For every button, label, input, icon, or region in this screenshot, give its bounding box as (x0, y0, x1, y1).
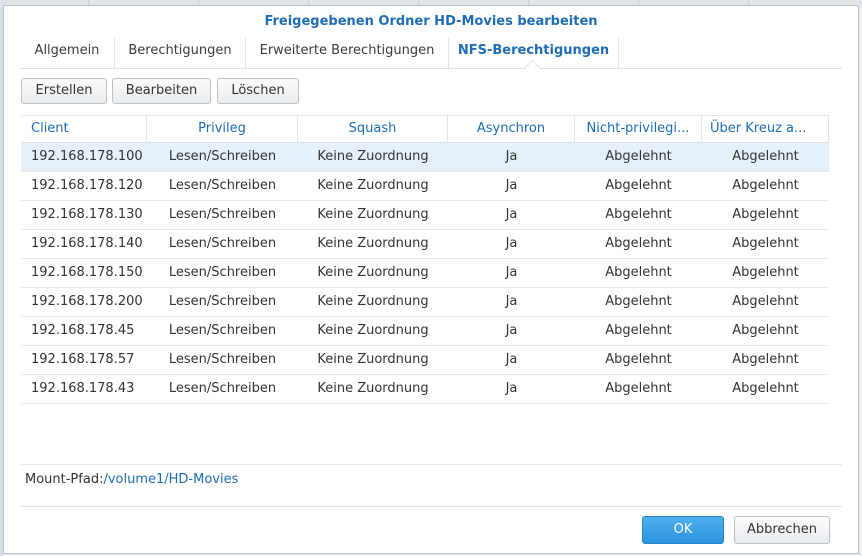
cell-squash: Keine Zuordnung (317, 236, 429, 251)
cell-async: Ja (505, 236, 518, 251)
cell-client: 192.168.178.140 (31, 236, 143, 251)
cell-client: 192.168.178.130 (31, 207, 143, 222)
cell-async: Ja (505, 352, 518, 367)
mount-path-label: Mount-Pfad: (25, 472, 104, 487)
cell-client: 192.168.178.45 (31, 323, 135, 338)
cancel-button[interactable]: Abbrechen (734, 516, 830, 544)
cell-nonprivileged: Abgelehnt (605, 323, 672, 338)
cell-async: Ja (505, 323, 518, 338)
cell-async: Ja (505, 294, 518, 309)
cell-client: 192.168.178.43 (31, 381, 135, 396)
edit-shared-folder-dialog: Freigegebenen Ordner HD-Movies bearbeite… (3, 5, 859, 554)
cell-privilege: Lesen/Schreiben (168, 178, 277, 193)
column-header-async[interactable]: Asynchron (448, 116, 575, 142)
table-row[interactable]: 192.168.178.120 Lesen/Schreiben Keine Zuor… (21, 172, 829, 201)
mount-path-link[interactable]: /volume1/HD-Movies (103, 472, 238, 487)
table-row[interactable]: 192.168.178.140 Lesen/Schreiben Keine Zuor… (21, 230, 829, 259)
cell-squash: Keine Zuordnung (317, 207, 429, 222)
edit-button[interactable]: Bearbeiten (112, 78, 211, 104)
tab-bar: Allgemein Berechtigungen Erweiterte Bere… (20, 38, 842, 69)
cell-nonprivileged: Abgelehnt (605, 381, 672, 396)
tab-advanced-permissions[interactable]: Erweiterte Berechtigungen (246, 38, 449, 68)
cell-cross-mount: Abgelehnt (732, 294, 799, 309)
cell-cross-mount: Abgelehnt (732, 381, 799, 396)
cell-nonprivileged: Abgelehnt (605, 207, 672, 222)
table-row[interactable]: 192.168.178.100 Lesen/Schreiben Keine Zuor… (21, 143, 829, 172)
cell-cross-mount: Abgelehnt (732, 323, 799, 338)
table-row[interactable]: 192.168.178.200 Lesen/Schreiben Keine Zuor… (21, 288, 829, 317)
column-header-squash[interactable]: Squash (298, 116, 448, 142)
table-row[interactable]: 192.168.178.43 Lesen/Schreiben Keine Zuord… (21, 375, 829, 404)
table-row[interactable]: 192.168.178.130 Lesen/Schreiben Keine Zuor… (21, 201, 829, 230)
cell-cross-mount: Abgelehnt (732, 236, 799, 251)
divider (21, 464, 842, 465)
cell-privilege: Lesen/Schreiben (168, 207, 277, 222)
column-header-cross-mount[interactable]: Über Kreuz a... (702, 116, 829, 142)
cell-nonprivileged: Abgelehnt (605, 294, 672, 309)
cell-async: Ja (505, 178, 518, 193)
cell-privilege: Lesen/Schreiben (168, 236, 277, 251)
cell-cross-mount: Abgelehnt (732, 352, 799, 367)
cell-cross-mount: Abgelehnt (732, 207, 799, 222)
cell-client: 192.168.178.200 (31, 294, 143, 309)
cell-client: 192.168.178.100 (31, 149, 143, 164)
cell-squash: Keine Zuordnung (317, 149, 429, 164)
cell-async: Ja (505, 265, 518, 280)
column-header-privilege[interactable]: Privileg (147, 116, 298, 142)
dialog-title: Freigegebenen Ordner HD-Movies bearbeite… (264, 14, 598, 29)
cell-squash: Keine Zuordnung (317, 178, 429, 193)
cell-cross-mount: Abgelehnt (732, 265, 799, 280)
tab-general[interactable]: Allgemein (20, 38, 115, 68)
cell-client: 192.168.178.57 (31, 352, 135, 367)
cell-privilege: Lesen/Schreiben (168, 149, 277, 164)
cell-async: Ja (505, 149, 518, 164)
cell-client: 192.168.178.120 (31, 178, 143, 193)
column-header-nonprivileged[interactable]: Nicht-privilegi... (575, 116, 702, 142)
nfs-rules-table: Client Privileg Squash Asynchron Nicht-p… (21, 115, 829, 404)
cell-client: 192.168.178.150 (31, 265, 143, 280)
cell-nonprivileged: Abgelehnt (605, 178, 672, 193)
cell-squash: Keine Zuordnung (317, 381, 429, 396)
cell-squash: Keine Zuordnung (317, 323, 429, 338)
cell-nonprivileged: Abgelehnt (605, 265, 672, 280)
cell-async: Ja (505, 207, 518, 222)
cell-nonprivileged: Abgelehnt (605, 352, 672, 367)
tab-permissions[interactable]: Berechtigungen (115, 38, 246, 68)
ok-button[interactable]: OK (642, 516, 724, 544)
table-row[interactable]: 192.168.178.57 Lesen/Schreiben Keine Zuord… (21, 346, 829, 375)
delete-button[interactable]: Löschen (217, 78, 299, 104)
cell-nonprivileged: Abgelehnt (605, 236, 672, 251)
cell-privilege: Lesen/Schreiben (168, 294, 277, 309)
cell-privilege: Lesen/Schreiben (168, 265, 277, 280)
table-body: 192.168.178.100 Lesen/Schreiben Keine Zuor… (21, 143, 829, 404)
cell-squash: Keine Zuordnung (317, 265, 429, 280)
cell-squash: Keine Zuordnung (317, 352, 429, 367)
table-row[interactable]: 192.168.178.45 Lesen/Schreiben Keine Zuord… (21, 317, 829, 346)
cell-async: Ja (505, 381, 518, 396)
cell-privilege: Lesen/Schreiben (168, 323, 277, 338)
cell-privilege: Lesen/Schreiben (168, 381, 277, 396)
divider (21, 506, 842, 507)
table-row[interactable]: 192.168.178.150 Lesen/Schreiben Keine Zuor… (21, 259, 829, 288)
cell-cross-mount: Abgelehnt (732, 149, 799, 164)
column-header-client[interactable]: Client (21, 116, 147, 142)
cell-squash: Keine Zuordnung (317, 294, 429, 309)
cell-privilege: Lesen/Schreiben (168, 352, 277, 367)
create-button[interactable]: Erstellen (21, 78, 107, 104)
mount-path: Mount-Pfad:/volume1/HD-Movies (25, 472, 238, 487)
cell-nonprivileged: Abgelehnt (605, 149, 672, 164)
cell-cross-mount: Abgelehnt (732, 178, 799, 193)
table-header: Client Privileg Squash Asynchron Nicht-p… (21, 115, 829, 143)
